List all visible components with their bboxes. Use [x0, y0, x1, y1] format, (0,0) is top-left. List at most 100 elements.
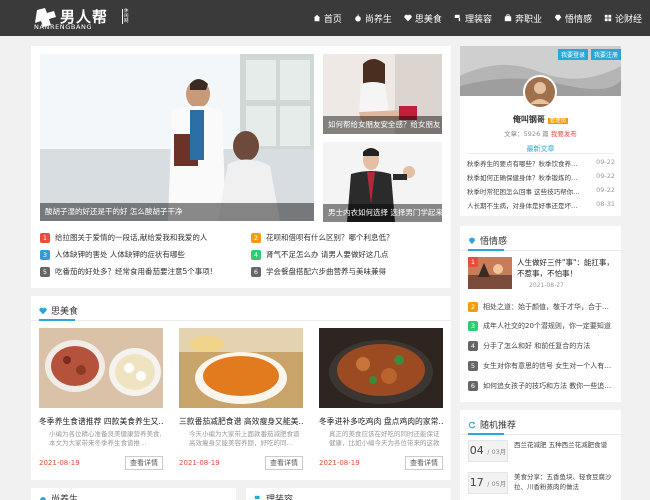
featured-title[interactable]: 人生做好三件"事"：能扛事，不惹事，不怕事！	[517, 257, 615, 279]
list-item[interactable]: 4 肾气不足怎么办 请男人要做好这几点	[251, 249, 388, 260]
diamond-icon	[468, 237, 476, 244]
rank-badge: 6	[468, 381, 478, 391]
side-slide-bottom[interactable]: 男士内衣如何选择 选择男门学起来	[323, 142, 442, 222]
recent-article-link[interactable]: 秋季时常犯困怎么回事 这些技巧帮你…	[467, 186, 589, 196]
featured-date: 2021-08-27	[529, 282, 564, 289]
diamond-icon	[554, 14, 562, 22]
slide-caption: 如何帮给女朋友安全感？给女朋友	[323, 116, 442, 134]
list-item[interactable]: 2 花呗和借呗有什么区别？哪个利息低？	[251, 232, 394, 243]
list-item[interactable]: 秋季如何正确保健身体？秋季锻炼的… 09-22	[467, 172, 615, 182]
food-title[interactable]: 冬季进补多吃鸡肉 盘点鸡肉的家常…	[319, 416, 443, 427]
list-item[interactable]: 人长期不生病，对身体是好事还是坏… 08-31	[467, 200, 615, 210]
chicken-pot-image	[319, 328, 443, 408]
emotion-link[interactable]: 如何追女孩子的技巧和方法 教你一些追…	[483, 381, 611, 391]
heart-icon	[39, 307, 47, 314]
list-item[interactable]: 2 相处之道：始于颜值，敬于才华，合于…	[468, 302, 609, 312]
health-section: 尚养生	[31, 488, 236, 500]
side-slide-top[interactable]: 如何帮给女朋友安全感？给女朋友	[323, 54, 442, 134]
section-title: 悟情感	[468, 234, 507, 247]
view-details-button[interactable]: 查看详情	[265, 456, 303, 470]
slide-caption: 男士内衣如何选择 选择男门学起来	[323, 204, 442, 222]
list-item[interactable]: 5 吃番茄的好处多？经常食用番茄要注意5个事项!	[40, 266, 213, 277]
doctor-scene-image	[40, 54, 314, 221]
rank-badge: 6	[251, 266, 261, 277]
headline-link[interactable]: 花呗和借呗有什么区别？哪个利息低？	[266, 232, 394, 243]
food-date: 2021-08-19	[179, 459, 220, 467]
list-item[interactable]: 1 给拉图关于爱情的一段话,献给爱我和我爱的人	[40, 232, 207, 243]
paint-icon	[254, 495, 260, 499]
view-details-button[interactable]: 查看详情	[125, 456, 163, 470]
recent-article-link[interactable]: 秋季养生的要点有哪些？秋季饮食养…	[467, 158, 589, 168]
home-icon	[313, 14, 321, 22]
date-box: 04 / 03月	[468, 440, 508, 462]
section-title: 随机推荐	[468, 418, 516, 431]
role-badge: 管理员	[547, 118, 569, 124]
random-section: 随机推荐 04 / 03月 西兰花减肥 五种西兰花减肥食谱 17 / 05月 美…	[460, 410, 621, 500]
list-item[interactable]: 6 学会餐盘搭配六步曲营养与美味兼得	[251, 266, 386, 277]
beauty-section: 理装容	[246, 488, 451, 500]
list-item[interactable]: 3 成年人社交的20个潜规则，你一定要知道	[468, 321, 611, 331]
food-card[interactable]: 三款番茄减肥食谱 高效瘦身又能美… 今天小编为大家带上面款番茄减肥食谱 高效瘦身…	[179, 328, 303, 470]
list-item[interactable]: 4 分手了怎么和好 和前任复合的方法	[468, 341, 590, 351]
publish-link[interactable]: 我要发布	[551, 130, 577, 138]
rank-badge: 2	[251, 232, 261, 243]
avatar[interactable]	[522, 74, 558, 110]
recent-article-link[interactable]: 秋季如何正确保健身体？秋季锻炼的…	[467, 172, 589, 182]
site-logo[interactable]: 男人帮 NANRENGBANG 休闲网	[34, 6, 144, 31]
profile-card: 我要登录 我要注册 俺叫钢哥 管理员 文章：5926 篇 我要发布 最新文章 秋…	[460, 46, 621, 216]
section-accent	[468, 249, 504, 251]
rank-badge: 1	[40, 232, 50, 243]
headline-link[interactable]: 给拉图关于爱情的一段话,献给爱我和我爱的人	[55, 232, 207, 243]
nav-label: 首页	[323, 14, 342, 25]
random-link[interactable]: 美食分享：五香鱼块、轻食豆腐沙拉、川香粉蒸肉的做法	[514, 472, 622, 492]
nav-item-career[interactable]: 奔职业	[504, 12, 542, 25]
rank-badge: 3	[468, 321, 478, 331]
headline-link[interactable]: 肾气不足怎么办 请男人要做好这几点	[266, 249, 388, 260]
nav-item-food[interactable]: 思美食	[404, 12, 442, 25]
food-description: 今天小编为大家带上面款番茄减肥食谱 高效瘦身又能美容养颜，好吃的同…	[189, 430, 300, 447]
nav-item-beauty[interactable]: 理装容	[454, 12, 492, 25]
emotion-link[interactable]: 分手了怎么和好 和前任复合的方法	[483, 341, 590, 351]
list-item[interactable]: 秋季养生的要点有哪些？秋季饮食养… 09-22	[467, 158, 615, 168]
food-title[interactable]: 冬季养生食谱推荐 四款美食养生又…	[39, 416, 163, 427]
food-title[interactable]: 三款番茄减肥食谱 高效瘦身又能美…	[179, 416, 303, 427]
recent-article-date: 09-22	[596, 172, 615, 180]
headline-link[interactable]: 吃番茄的好处多？经常食用番茄要注意5个事项!	[55, 266, 213, 277]
food-card[interactable]: 冬季养生食谱推荐 四款美食养生又… 小编为各位精心准备良美健康营养美食,本文为大…	[39, 328, 163, 470]
emotion-link[interactable]: 成年人社交的20个潜规则，你一定要知道	[483, 321, 611, 331]
rank-badge: 2	[468, 302, 478, 312]
emotion-link[interactable]: 相处之道：始于颜值，敬于才华，合于…	[483, 302, 609, 312]
profile-name[interactable]: 俺叫钢哥	[513, 115, 545, 124]
list-item[interactable]: 5 女生对你有意思的信号 女生对一个人有…	[468, 361, 611, 371]
nav-item-home[interactable]: 首页	[313, 12, 342, 25]
nav-item-finance[interactable]: 论财经	[604, 12, 642, 25]
slide-caption: 酸胡子湿的好还是干的好 怎么酸胡子干净	[40, 203, 314, 221]
food-date: 2021-08-19	[39, 459, 80, 467]
random-link[interactable]: 西兰花减肥 五种西兰花减肥食谱	[514, 440, 622, 450]
emotion-link[interactable]: 女生对你有意思的信号 女生对一个人有…	[483, 361, 611, 371]
section-title-text: 思美食	[51, 307, 79, 317]
rank-badge: 5	[40, 266, 50, 277]
list-item[interactable]: 秋季时常犯困怎么回事 这些技巧帮你… 09-22	[467, 186, 615, 196]
headline-link[interactable]: 人体缺钾的害处 人体缺钾的症状有哪些	[55, 249, 185, 260]
food-card[interactable]: 冬季进补多吃鸡肉 盘点鸡肉的家常… 真正的美食应该在好吃的同时还能保证健康，比如…	[319, 328, 443, 470]
list-item[interactable]: 6 如何追女孩子的技巧和方法 教你一些追…	[468, 381, 611, 391]
main-slide[interactable]: 酸胡子湿的好还是干的好 怎么酸胡子干净	[40, 54, 314, 221]
recent-article-link[interactable]: 人长期不生病，对身体是好事还是坏…	[467, 200, 589, 210]
list-item[interactable]: 04 / 03月 西兰花减肥 五种西兰花减肥食谱	[468, 440, 622, 462]
nav-label: 论财经	[614, 14, 642, 25]
list-item[interactable]: 17 / 05月 美食分享：五香鱼块、轻食豆腐沙拉、川香粉蒸肉的做法	[468, 472, 622, 494]
grid-icon	[604, 14, 612, 22]
view-details-button[interactable]: 查看详情	[405, 456, 443, 470]
rank-badge: 5	[468, 361, 478, 371]
food-date: 2021-08-19	[319, 459, 360, 467]
nav-item-health[interactable]: 尚养生	[354, 12, 392, 25]
login-button[interactable]: 我要登录	[558, 49, 589, 60]
food-meta: 2021-08-19 查看详情	[179, 456, 303, 470]
list-item[interactable]: 3 人体缺钾的害处 人体缺钾的症状有哪些	[40, 249, 185, 260]
headline-link[interactable]: 学会餐盘搭配六步曲营养与美味兼得	[266, 266, 386, 277]
section-title-text: 尚养生	[51, 495, 79, 500]
nav-item-emotion[interactable]: 悟情感	[554, 12, 592, 25]
register-button[interactable]: 我要注册	[591, 49, 621, 60]
rank-badge: 4	[468, 341, 478, 351]
